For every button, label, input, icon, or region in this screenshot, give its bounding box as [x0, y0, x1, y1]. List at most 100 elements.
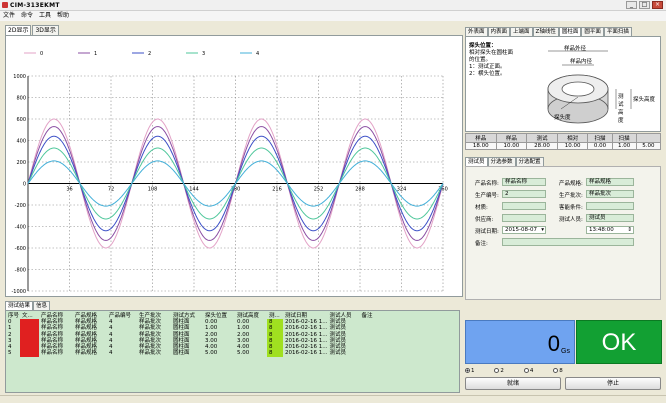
spin-icon[interactable]: ⇕ [627, 227, 632, 233]
legend-label: 4 [256, 51, 259, 57]
tab-tester[interactable]: 测试员 [465, 157, 488, 166]
batch-field[interactable]: 样品批次 [586, 190, 634, 198]
product-spec-field[interactable]: 样品规格 [586, 178, 634, 186]
param-cell[interactable]: 18.00 [465, 142, 497, 150]
col-header[interactable]: 生产批次 [137, 311, 171, 319]
radio-channel-4[interactable]: 4 [523, 368, 534, 374]
tab-sort-config[interactable]: 分选配置 [515, 157, 544, 166]
tab-outer-surface[interactable]: 外表面 [465, 27, 488, 36]
menu-help[interactable]: 帮助 [57, 11, 69, 21]
condition-label: 客能条件: [559, 205, 583, 211]
table-cell: 2016-02-16 1... [285, 350, 328, 357]
tab-3d[interactable]: 3D显示 [32, 25, 59, 35]
tester-field[interactable]: 测试员 [586, 214, 634, 222]
col-header[interactable]: 测试人员 [327, 311, 360, 319]
menu-command[interactable]: 命令 [21, 11, 33, 21]
settings-tabs: 测试员 分选参数 分选配置 [465, 157, 544, 166]
results-grid: 序号 文... 产品名称 产品规格 产品编号 生产批次 测试方式 探头位置 测试… [5, 310, 460, 393]
table-cell [359, 350, 459, 356]
date-picker[interactable]: 2015-08-07 ▾ [502, 226, 546, 234]
param-cell[interactable]: 10.00 [556, 142, 589, 150]
y-tick-label: 800 [16, 96, 26, 102]
col-header[interactable]: 测试高度 [235, 311, 267, 319]
radio-dot[interactable] [553, 368, 559, 373]
x-tick-label: 216 [272, 187, 282, 193]
table-cell [20, 350, 39, 357]
table-cell: 5.00 [205, 350, 218, 357]
material-field[interactable] [502, 202, 546, 210]
maximize-button[interactable]: □ [639, 1, 650, 9]
param-header: 测试 [526, 133, 558, 143]
col-header[interactable]: 产品规格 [73, 311, 107, 319]
chart-panel: 36 72 108 144 180 216 252 288 324 360 1000 800 600 40… [5, 35, 463, 297]
col-header[interactable]: 测试日期 [283, 311, 328, 319]
gauss-readout: 0 Gs [465, 320, 575, 364]
tab-info[interactable]: 信息 [33, 301, 51, 310]
remark-field[interactable] [502, 238, 634, 246]
chevron-down-icon[interactable]: ▾ [541, 227, 544, 233]
col-header[interactable]: 测试方式 [171, 311, 203, 319]
param-header: 扫描 [611, 133, 637, 143]
param-cell[interactable]: 10.00 [495, 142, 528, 150]
col-header[interactable]: 产品编号 [107, 311, 137, 319]
supplier-field[interactable] [502, 214, 546, 222]
radio-dot[interactable] [494, 368, 500, 373]
param-cell[interactable]: 5.00 [635, 142, 662, 150]
y-tick-label: 400 [16, 139, 26, 145]
menu-bar: 文件 命令 工具 帮助 [0, 11, 666, 21]
legend-label: 3 [202, 51, 205, 57]
x-tick-label: 72 [108, 187, 114, 193]
minimize-button[interactable]: _ [626, 1, 637, 9]
radio-dot[interactable] [465, 368, 470, 373]
tab-results[interactable]: 测试结果 [5, 301, 34, 310]
close-button[interactable]: × [652, 1, 663, 9]
table-cell: 2016-02-16 1... [285, 331, 328, 338]
radio-channel-1[interactable]: 1 [465, 368, 475, 374]
col-header[interactable]: 备注 [359, 311, 459, 319]
tester-form: 产品名称: 样品名称 产品规格: 样品规格 生产编号: 2 生产批次: 样品批次… [465, 166, 661, 300]
table-cell: 5 [8, 350, 12, 357]
tab-sort-params[interactable]: 分选参数 [487, 157, 516, 166]
x-tick-label: 324 [397, 187, 407, 193]
y-tick-label: -600 [15, 246, 26, 252]
ready-button[interactable]: 就绪 [465, 377, 561, 390]
radio-label: 8 [559, 368, 563, 374]
param-cell[interactable]: 1.00 [611, 142, 637, 150]
col-header[interactable]: 测... [267, 311, 283, 319]
radio-dot[interactable] [523, 368, 529, 373]
tab-z-linear[interactable]: Z轴线性 [532, 27, 559, 36]
param-cell[interactable]: 0.00 [587, 142, 613, 150]
tab-circle-plane[interactable]: 圆平面 [581, 27, 604, 36]
label-inner-diameter: 样品内径 [570, 59, 593, 65]
col-header[interactable]: 文... [20, 311, 39, 319]
menu-tools[interactable]: 工具 [39, 11, 51, 21]
radio-label: 4 [529, 368, 534, 374]
radio-channel-2[interactable]: 2 [494, 368, 504, 374]
menu-file[interactable]: 文件 [3, 11, 15, 21]
col-header[interactable]: 序号 [6, 311, 20, 319]
param-cell[interactable]: 28.00 [526, 142, 558, 150]
table-cell: 5.00 [237, 350, 250, 357]
col-header[interactable]: 探头位置 [203, 311, 235, 319]
tab-2d[interactable]: 2D显示 [5, 25, 32, 35]
stop-button[interactable]: 停止 [565, 377, 661, 390]
product-spec-label: 产品规格: [559, 181, 583, 187]
tab-inner-surface[interactable]: 内表面 [487, 27, 511, 36]
product-name-label: 产品名称: [475, 181, 499, 187]
batch-label: 生产批次: [559, 193, 583, 199]
radio-channel-8[interactable]: 8 [553, 368, 563, 374]
mode-tabs: 外表面 内表面 上端面 Z轴线性 圆柱面 圆平面 平面扫描 [465, 27, 632, 36]
legend-label: 0 [40, 51, 43, 57]
product-code-field[interactable]: 2 [502, 190, 546, 198]
product-name-field[interactable]: 样品名称 [502, 178, 546, 186]
col-header[interactable]: 产品名称 [39, 311, 73, 319]
y-tick-label: -200 [15, 203, 26, 209]
table-row[interactable]: 5 样品名称 样品规格 4 样品批次 圆柱面 5.00 5.00 8 2016-02-16 1..… [6, 350, 459, 357]
condition-field[interactable] [586, 202, 634, 210]
title-bar: CIM-313EKMT _ □ × [0, 0, 666, 11]
tab-top-surface[interactable]: 上端面 [510, 27, 533, 36]
status-bar [0, 395, 666, 403]
tab-plane-scan[interactable]: 平面扫描 [603, 27, 632, 36]
time-field[interactable]: 13:48:00 ⇕ [586, 226, 634, 234]
tab-cylinder[interactable]: 圆柱面 [558, 27, 582, 36]
